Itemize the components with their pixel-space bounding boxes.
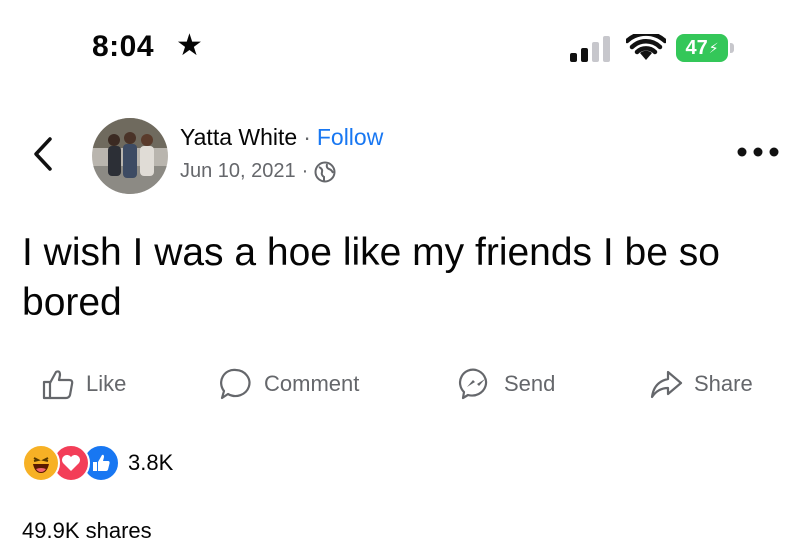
battery-level: 47 (685, 36, 708, 59)
reaction-count: 3.8K (128, 450, 174, 475)
like-button[interactable]: Like (40, 366, 126, 402)
author-name[interactable]: Yatta White (180, 124, 297, 150)
follow-button[interactable]: Follow (317, 124, 383, 150)
comment-label: Comment (264, 371, 360, 396)
post-text: I wish I was a hoe like my friends I be … (22, 231, 720, 324)
status-time: 8:04 (92, 30, 155, 63)
more-options-icon[interactable] (736, 146, 780, 158)
messenger-icon (458, 368, 488, 400)
signal-icon (570, 36, 610, 62)
haha-reaction-icon (22, 444, 60, 482)
battery-icon: 47 ⚡ (676, 34, 736, 62)
author-line: Yatta White · Follow (180, 124, 383, 151)
avatar[interactable] (92, 118, 168, 194)
like-label: Like (86, 371, 127, 396)
share-arrow-icon (650, 370, 683, 399)
globe-icon (314, 161, 336, 182)
share-label: Share (694, 371, 753, 396)
star-icon: ★ (176, 29, 203, 62)
send-button[interactable]: Send (458, 366, 555, 402)
post-date-line: Jun 10, 2021 · (180, 160, 336, 183)
reactions-summary[interactable]: 3.8K (22, 444, 173, 482)
share-button[interactable]: Share (648, 366, 753, 402)
wifi-icon (626, 34, 666, 60)
shares-count[interactable]: 49.9K shares (22, 518, 152, 544)
comment-bubble-icon (220, 368, 251, 400)
post-date[interactable]: Jun 10, 2021 (180, 160, 296, 183)
comment-button[interactable]: Comment (218, 366, 359, 402)
back-chevron-icon[interactable] (30, 136, 56, 172)
thumbs-up-icon (42, 370, 74, 400)
charging-bolt-icon: ⚡ (708, 39, 719, 56)
separator-dot: · (301, 160, 309, 182)
separator-dot: · (303, 124, 311, 150)
send-label: Send (504, 371, 556, 396)
